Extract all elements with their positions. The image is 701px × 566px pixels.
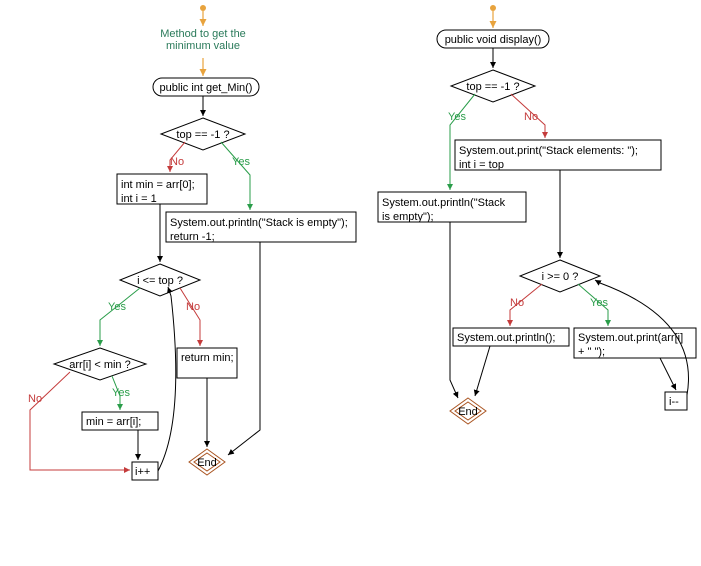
label-yes-1l: Yes — [232, 155, 250, 169]
proc-inc: i++ — [135, 465, 150, 479]
proc-empty-r: System.out.println("Stack is empty"); — [382, 196, 505, 225]
annotation-left: Method to get the minimum value — [152, 28, 254, 52]
label-no-1r: No — [524, 110, 538, 124]
proc-empty-left: System.out.println("Stack is empty"); re… — [170, 216, 348, 245]
start-right: public void display() — [437, 33, 549, 47]
proc-return-min: return min; — [181, 351, 233, 365]
label-no-2r: No — [510, 296, 524, 310]
label-no-1l: No — [170, 155, 184, 169]
start-left: public int get_Min() — [153, 81, 259, 95]
proc-dec: i-- — [669, 395, 679, 409]
decision-arri-lt-min: arr[i] < min ? — [62, 358, 138, 372]
label-yes-3l: Yes — [112, 386, 130, 400]
proc-println: System.out.println(); — [457, 331, 555, 345]
decision-i-le-top: i <= top ? — [132, 274, 188, 288]
proc-min-init: int min = arr[0]; int i = 1 — [121, 178, 195, 207]
decision-i-ge-0: i >= 0 ? — [538, 270, 582, 284]
label-yes-2r: Yes — [590, 296, 608, 310]
end-left: End — [195, 456, 219, 470]
decision-top-eq: top == -1 ? — [173, 128, 233, 142]
end-right: End — [456, 405, 480, 419]
label-yes-1r: Yes — [448, 110, 466, 124]
decision-top-eq-r: top == -1 ? — [463, 80, 523, 94]
proc-print: System.out.print(arr[i] + " "); — [578, 331, 683, 360]
flowchart-canvas — [0, 0, 701, 566]
label-no-3l: No — [28, 392, 42, 406]
proc-assign: min = arr[i]; — [86, 415, 141, 429]
label-yes-2l: Yes — [108, 300, 126, 314]
proc-header-r: System.out.print("Stack elements: "); in… — [459, 144, 638, 173]
label-no-2l: No — [186, 300, 200, 314]
